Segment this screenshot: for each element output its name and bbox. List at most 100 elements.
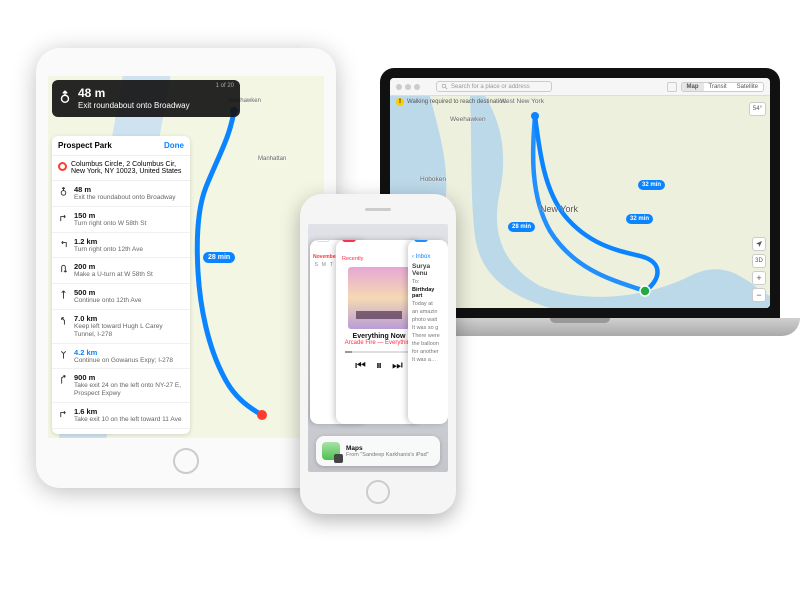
banner-instruction: Exit roundabout onto Broadway (78, 101, 232, 111)
step-instruction: Take exit 10 on the left toward 11 Ave (74, 416, 181, 424)
step-instruction: Continue onto 12th Ave (74, 297, 141, 305)
iphone-speaker (365, 208, 391, 211)
next-track-button[interactable]: ⏭ (392, 358, 403, 373)
left-icon (58, 238, 69, 249)
playback-scrubber[interactable] (345, 351, 413, 353)
ipad-screen: 28 min Weehawken Manhattan 48 m Exit rou… (48, 76, 324, 438)
mail-line: There were (412, 333, 444, 339)
segment-transit[interactable]: Transit (704, 83, 732, 91)
handoff-banner[interactable]: Maps From "Sandeep Karkhanis's iPad" (316, 436, 440, 466)
area-hoboken: Hoboken (420, 176, 446, 183)
straight-icon (58, 289, 69, 300)
roundabout-exit-icon (58, 90, 72, 104)
mail-back[interactable]: ‹ Inbox (412, 254, 444, 260)
ipad-home-button[interactable] (173, 448, 199, 474)
walking-notice: ! Walking required to reach destination. (396, 98, 508, 106)
right-icon (58, 408, 69, 419)
mail-line: the balloon (412, 341, 444, 347)
map-mode-segment[interactable]: Map Transit Satellite (681, 82, 764, 92)
iphone-home-button[interactable] (366, 480, 390, 504)
zoom-in-button[interactable]: + (752, 271, 766, 285)
map-label-manhattan: Manhattan (258, 156, 286, 162)
mail-line: photo wait (412, 317, 444, 323)
handoff-subtitle: From "Sandeep Karkhanis's iPad" (346, 452, 429, 458)
mail-to: To: (412, 279, 444, 285)
search-icon (441, 83, 448, 90)
exit-icon (58, 374, 69, 385)
warning-icon: ! (396, 98, 404, 106)
step-distance: 250 m (74, 433, 137, 434)
iphone-app-switcher[interactable]: November SMTWTFS Recently ⋯ Everything N… (308, 224, 448, 472)
music-nav-back[interactable]: Recently (342, 256, 363, 263)
step-distance: 7.0 km (74, 314, 184, 323)
area-west-new-york: West New York (500, 98, 544, 105)
directions-panel: Prospect Park Done Columbus Circle, 2 Co… (52, 136, 190, 434)
directions-step[interactable]: 1.6 kmTake exit 10 on the left toward 11… (52, 403, 190, 429)
step-instruction: Take exit 24 on the left onto NY-27 E, P… (74, 382, 184, 398)
step-instruction: Turn right onto W 58th St (74, 220, 146, 228)
step-instruction: Keep left toward Hugh L Carey Tunnel, I-… (74, 323, 184, 339)
search-placeholder: Search for a place or address (451, 84, 530, 90)
directions-step[interactable]: 4.2 kmContinue on Gowanus Expy; I-278 (52, 344, 190, 370)
switcher-card-mail[interactable]: ‹ Inbox Surya Venu To: Birthday part Tod… (408, 240, 448, 424)
walking-notice-text: Walking required to reach destination. (407, 99, 508, 105)
banner-page-indicator: 1 of 20 (216, 83, 234, 91)
eta-bubble-2[interactable]: 32 min (626, 214, 653, 224)
track-artist[interactable]: Arcade Fire — Everything (345, 340, 414, 346)
directions-step[interactable]: 900 mTake exit 24 on the left onto NY-27… (52, 369, 190, 403)
directions-step[interactable]: 1.2 kmTurn right onto 12th Ave (52, 233, 190, 259)
step-instruction: Turn right onto 12th Ave (74, 246, 143, 254)
mail-from: Surya Venu (412, 263, 444, 277)
directions-step[interactable]: 500 mContinue onto 12th Ave (52, 284, 190, 310)
maps-handoff-icon (322, 442, 340, 460)
search-field[interactable]: Search for a place or address (436, 81, 552, 92)
view-3d-button[interactable]: 3D (752, 254, 766, 268)
step-distance: 150 m (74, 211, 146, 220)
step-distance: 200 m (74, 262, 153, 271)
mail-line: It was a… (412, 357, 444, 363)
turn-banner[interactable]: 48 m Exit roundabout onto Broadway 1 of … (52, 80, 240, 117)
step-distance: 500 m (74, 288, 141, 297)
step-distance: 48 m (74, 185, 176, 194)
share-button[interactable] (667, 82, 677, 92)
mail-preview: ‹ Inbox Surya Venu To: Birthday part Tod… (408, 240, 448, 424)
directions-step[interactable]: 48 mExit the roundabout onto Broadway (52, 181, 190, 207)
segment-map[interactable]: Map (682, 83, 704, 91)
done-button[interactable]: Done (164, 141, 184, 150)
directions-step-list[interactable]: 48 mExit the roundabout onto Broadway150… (52, 181, 190, 434)
zoom-out-button[interactable]: − (752, 288, 766, 302)
roundabout-icon (58, 186, 69, 197)
uturn-icon (58, 263, 69, 274)
ipad-eta-bubble[interactable]: 28 min (203, 252, 235, 263)
segment-satellite[interactable]: Satellite (732, 83, 763, 91)
weather-badge[interactable]: 54° (749, 102, 766, 116)
handoff-title: Maps (346, 445, 429, 452)
destination-pin-icon (58, 162, 67, 171)
step-instruction: Exit the roundabout onto Broadway (74, 194, 176, 202)
mail-line: Today at (412, 301, 444, 307)
step-distance: 4.2 km (74, 348, 173, 357)
step-distance: 1.2 km (74, 237, 143, 246)
destination-address: Columbus Circle, 2 Columbus Cir, New Yor… (71, 161, 184, 175)
eta-bubble-3[interactable]: 28 min (508, 222, 535, 232)
mail-subject: Birthday part (412, 287, 444, 299)
directions-step[interactable]: 7.0 kmKeep left toward Hugh L Carey Tunn… (52, 310, 190, 344)
locate-button[interactable] (752, 237, 766, 251)
mac-toolbar: Search for a place or address Map Transi… (390, 78, 770, 96)
track-title: Everything Now (353, 333, 406, 340)
step-distance: 1.6 km (74, 407, 181, 416)
prev-track-button[interactable]: ⏮ (355, 358, 366, 373)
directions-step[interactable]: 200 mMake a U-turn at W 58th St (52, 258, 190, 284)
area-weehawken: Weehawken (450, 116, 486, 123)
iphone-device: November SMTWTFS Recently ⋯ Everything N… (300, 194, 456, 514)
eta-bubble-1[interactable]: 32 min (638, 180, 665, 190)
step-instruction: Continue on Gowanus Expy; I-278 (74, 357, 173, 365)
play-pause-button[interactable]: ⏸ (376, 358, 382, 373)
album-art[interactable] (348, 267, 410, 329)
directions-title: Prospect Park (58, 141, 112, 150)
area-new-york: New York (540, 204, 578, 214)
directions-step[interactable]: 250 mContinue onto 18th St (52, 429, 190, 434)
banner-distance: 48 m (78, 86, 232, 101)
window-traffic-lights[interactable] (396, 84, 420, 90)
directions-step[interactable]: 150 mTurn right onto W 58th St (52, 207, 190, 233)
